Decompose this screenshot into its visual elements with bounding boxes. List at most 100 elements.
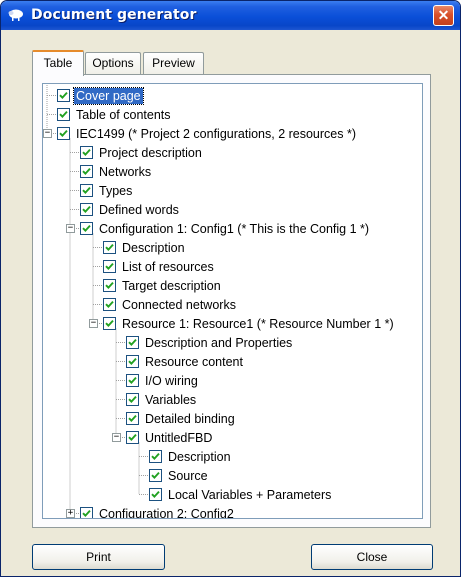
- tree-item-checkbox[interactable]: [103, 260, 116, 273]
- tree-item[interactable]: Networks: [80, 162, 153, 181]
- tree-item[interactable]: Connected networks: [103, 295, 238, 314]
- tree-item-label[interactable]: Description: [166, 449, 233, 465]
- checkmark-icon: [82, 148, 91, 156]
- tree-item-label[interactable]: List of resources: [120, 259, 216, 275]
- tree-item[interactable]: − Resource 1: Resource1 (* Resource Numbe…: [89, 314, 396, 333]
- tree-item-checkbox[interactable]: [80, 203, 93, 216]
- tree-item-checkbox[interactable]: [57, 127, 70, 140]
- tree-item-checkbox[interactable]: [126, 355, 139, 368]
- checkmark-icon: [82, 186, 91, 194]
- checkmark-icon: [59, 91, 68, 99]
- tree-item-label[interactable]: Detailed binding: [143, 411, 237, 427]
- tree-item-checkbox[interactable]: [80, 222, 93, 235]
- tree-item[interactable]: − Configuration 1: Config1 (* This is the…: [66, 219, 371, 238]
- tree-item[interactable]: List of resources: [103, 257, 216, 276]
- tree-item-label[interactable]: Local Variables + Parameters: [166, 487, 333, 503]
- checkmark-icon: [82, 167, 91, 175]
- tree-item-label[interactable]: IEC1499 (* Project 2 configurations, 2 r…: [74, 126, 358, 142]
- tree-item[interactable]: − IEC1499 (* Project 2 configurations, 2 …: [43, 124, 358, 143]
- tree-item-label[interactable]: Connected networks: [120, 297, 238, 313]
- tree-item-label[interactable]: Table of contents: [74, 107, 173, 123]
- checkmark-icon: [82, 224, 91, 232]
- tree-item[interactable]: + Configuration 2: Config2: [66, 504, 236, 519]
- tree-item-checkbox[interactable]: [103, 298, 116, 311]
- collapse-icon[interactable]: −: [66, 224, 75, 233]
- tree-item[interactable]: I/O wiring: [126, 371, 200, 390]
- tree-item[interactable]: Table of contents: [57, 105, 173, 124]
- tree-item-label[interactable]: Variables: [143, 392, 198, 408]
- tree-item-checkbox[interactable]: [103, 279, 116, 292]
- tree-item-label[interactable]: Project description: [97, 145, 204, 161]
- tree-item-checkbox[interactable]: [149, 488, 162, 501]
- tree-item[interactable]: Variables: [126, 390, 198, 409]
- tree-item[interactable]: Description: [103, 238, 187, 257]
- checkmark-icon: [128, 338, 137, 346]
- tree-item[interactable]: Cover page: [57, 86, 144, 105]
- tree-item-label[interactable]: Resource 1: Resource1 (* Resource Number…: [120, 316, 396, 332]
- tree-item-label[interactable]: Description: [120, 240, 187, 256]
- tree-item-checkbox[interactable]: [80, 146, 93, 159]
- checkmark-icon: [151, 452, 160, 460]
- tree-item[interactable]: Local Variables + Parameters: [149, 485, 333, 504]
- collapse-icon[interactable]: −: [43, 129, 52, 138]
- document-tree[interactable]: Cover page Table of contents − IEC1499 (* P…: [42, 83, 423, 519]
- checkmark-icon: [105, 262, 114, 270]
- checkmark-icon: [82, 205, 91, 213]
- window-title: Document generator: [31, 7, 197, 23]
- checkmark-icon: [128, 433, 137, 441]
- tree-item-checkbox[interactable]: [103, 317, 116, 330]
- tree-item-label[interactable]: UntitledFBD: [143, 430, 214, 446]
- tree-item-label[interactable]: I/O wiring: [143, 373, 200, 389]
- tree-item-label[interactable]: Target description: [120, 278, 223, 294]
- checkmark-icon: [82, 509, 91, 517]
- checkmark-icon: [128, 395, 137, 403]
- document-generator-window: Document generator ✕ Table Options Previ…: [0, 0, 461, 577]
- checkmark-icon: [105, 319, 114, 327]
- tree-item[interactable]: Resource content: [126, 352, 245, 371]
- checkmark-icon: [151, 471, 160, 479]
- close-button[interactable]: Close: [311, 544, 433, 570]
- tree-item-label[interactable]: Resource content: [143, 354, 245, 370]
- tree-item-label[interactable]: Source: [166, 468, 210, 484]
- tree-item-checkbox[interactable]: [126, 374, 139, 387]
- tree-item-checkbox[interactable]: [103, 241, 116, 254]
- tab-options[interactable]: Options: [85, 52, 141, 74]
- window-close-button[interactable]: ✕: [433, 5, 454, 26]
- tree-item[interactable]: Description and Properties: [126, 333, 294, 352]
- tree-item[interactable]: Project description: [80, 143, 204, 162]
- tree-item-label[interactable]: Types: [97, 183, 134, 199]
- tree-item-checkbox[interactable]: [126, 412, 139, 425]
- print-button[interactable]: Print: [32, 544, 165, 570]
- tree-item[interactable]: Target description: [103, 276, 223, 295]
- tree-item[interactable]: Detailed binding: [126, 409, 237, 428]
- tree-item-label[interactable]: Description and Properties: [143, 335, 294, 351]
- tree-item-label[interactable]: Networks: [97, 164, 153, 180]
- tree-item-checkbox[interactable]: [149, 450, 162, 463]
- title-bar[interactable]: Document generator ✕: [1, 1, 460, 30]
- tree-item[interactable]: − UntitledFBD: [112, 428, 214, 447]
- collapse-icon[interactable]: −: [89, 319, 98, 328]
- tree-item-checkbox[interactable]: [80, 165, 93, 178]
- tree-item[interactable]: Description: [149, 447, 233, 466]
- tree-item[interactable]: Source: [149, 466, 210, 485]
- tree-item[interactable]: Types: [80, 181, 134, 200]
- tree-item-label[interactable]: Configuration 1: Config1 (* This is the …: [97, 221, 371, 237]
- tree-item-checkbox[interactable]: [80, 184, 93, 197]
- tree-item-checkbox[interactable]: [149, 469, 162, 482]
- tree-item-checkbox[interactable]: [126, 431, 139, 444]
- tree-item-checkbox[interactable]: [80, 507, 93, 518]
- checkmark-icon: [128, 414, 137, 422]
- tree-item-label[interactable]: Defined words: [97, 202, 181, 218]
- tab-table[interactable]: Table: [32, 50, 84, 76]
- tree-item-checkbox[interactable]: [57, 89, 70, 102]
- tree-item-label[interactable]: Cover page: [73, 86, 144, 105]
- tree-item-checkbox[interactable]: [57, 108, 70, 121]
- tree-item-label[interactable]: Configuration 2: Config2: [97, 506, 236, 519]
- collapse-icon[interactable]: −: [112, 433, 121, 442]
- tab-preview[interactable]: Preview: [143, 52, 204, 74]
- tree-item-checkbox[interactable]: [126, 393, 139, 406]
- tree-item-checkbox[interactable]: [126, 336, 139, 349]
- expand-icon[interactable]: +: [66, 509, 75, 518]
- close-icon: ✕: [437, 7, 450, 23]
- tree-item[interactable]: Defined words: [80, 200, 181, 219]
